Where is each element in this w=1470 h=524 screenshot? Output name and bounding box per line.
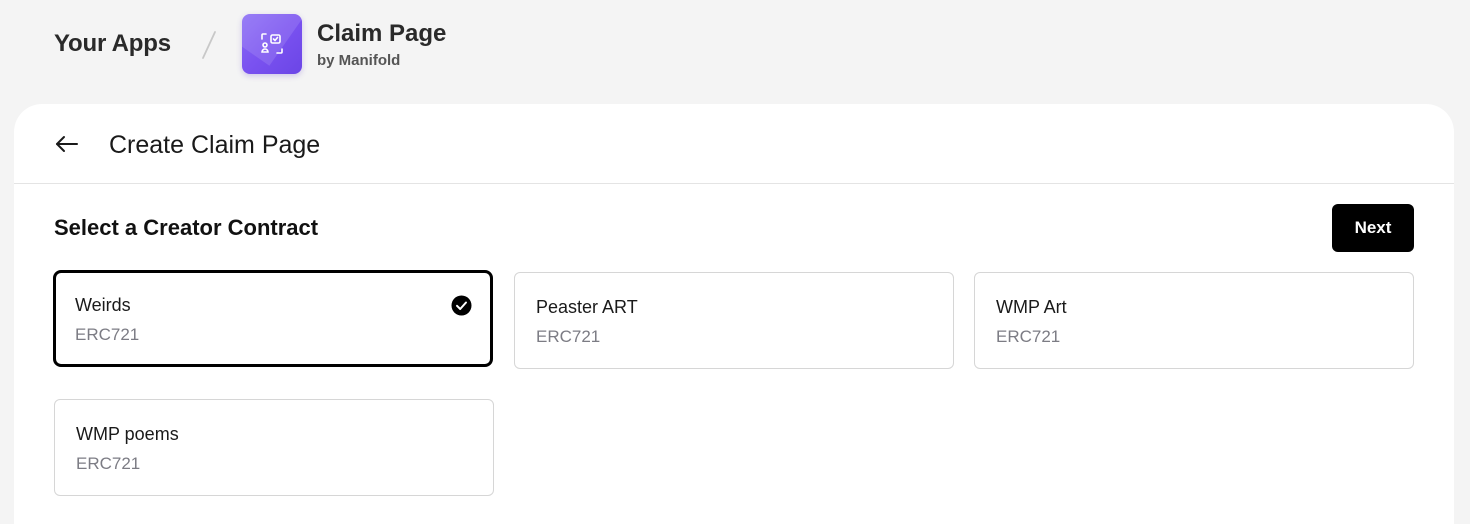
arrow-left-icon[interactable] <box>54 132 80 156</box>
section-title: Select a Creator Contract <box>54 215 319 240</box>
contract-card-wmp-poems[interactable]: WMP poems ERC721 <box>54 399 494 496</box>
contract-type: ERC721 <box>75 325 140 344</box>
contract-card-weirds[interactable]: Weirds ERC721 <box>53 270 493 367</box>
breadcrumb-your-apps[interactable]: Your Apps <box>54 30 171 58</box>
panel-header: Create Claim Page <box>14 104 1454 184</box>
create-claim-panel: Create Claim Page Select a Creator Contr… <box>14 104 1454 524</box>
contract-name: Weirds <box>75 295 131 315</box>
next-button[interactable]: Next <box>1332 204 1414 252</box>
claim-page-icon <box>242 14 302 74</box>
contract-type: ERC721 <box>996 327 1061 346</box>
contract-name: WMP Art <box>996 297 1067 317</box>
contract-card-wmp-art[interactable]: WMP Art ERC721 <box>974 272 1414 369</box>
check-circle-icon <box>451 295 472 316</box>
page-title: Create Claim Page <box>109 131 321 159</box>
contract-name: WMP poems <box>76 424 179 444</box>
contract-card-peaster-art[interactable]: Peaster ART ERC721 <box>514 272 954 369</box>
app-subtitle: by Manifold <box>317 52 401 69</box>
breadcrumb-separator <box>202 31 216 59</box>
contract-name: Peaster ART <box>536 297 638 317</box>
top-bar: Your Apps Claim Page by Manifold <box>0 0 1470 104</box>
contract-type: ERC721 <box>536 327 601 346</box>
app-title: Claim Page <box>317 20 447 47</box>
contract-type: ERC721 <box>76 454 141 473</box>
